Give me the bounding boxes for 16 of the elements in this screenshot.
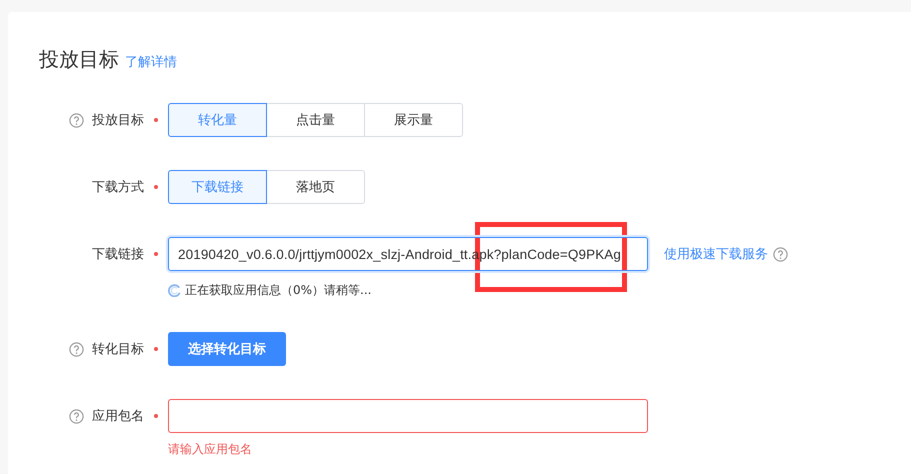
service-link[interactable]: 使用极速下载服务 xyxy=(664,245,768,263)
field-label: 下载链接 xyxy=(92,246,144,263)
error-message: 请输入应用包名 xyxy=(168,441,253,458)
segment-option[interactable]: 落地页 xyxy=(266,170,365,204)
segment-option[interactable]: 转化量 xyxy=(168,103,267,137)
field-label: 下载方式 xyxy=(92,179,144,196)
field-label: 投放目标 xyxy=(92,112,144,129)
status-text: 正在获取应用信息（0%）请稍等... xyxy=(185,282,372,299)
segment-option[interactable]: 下载链接 xyxy=(168,170,267,204)
section-title: 投放目标 xyxy=(39,46,119,73)
segment-option[interactable]: 点击量 xyxy=(266,103,365,137)
segment-option[interactable]: 展示量 xyxy=(364,103,463,137)
field-label: 应用包名 xyxy=(92,408,144,425)
details-link[interactable]: 了解详情 xyxy=(125,53,177,71)
field-label: 转化目标 xyxy=(92,341,144,358)
select-target-button[interactable]: 选择转化目标 xyxy=(168,332,286,366)
